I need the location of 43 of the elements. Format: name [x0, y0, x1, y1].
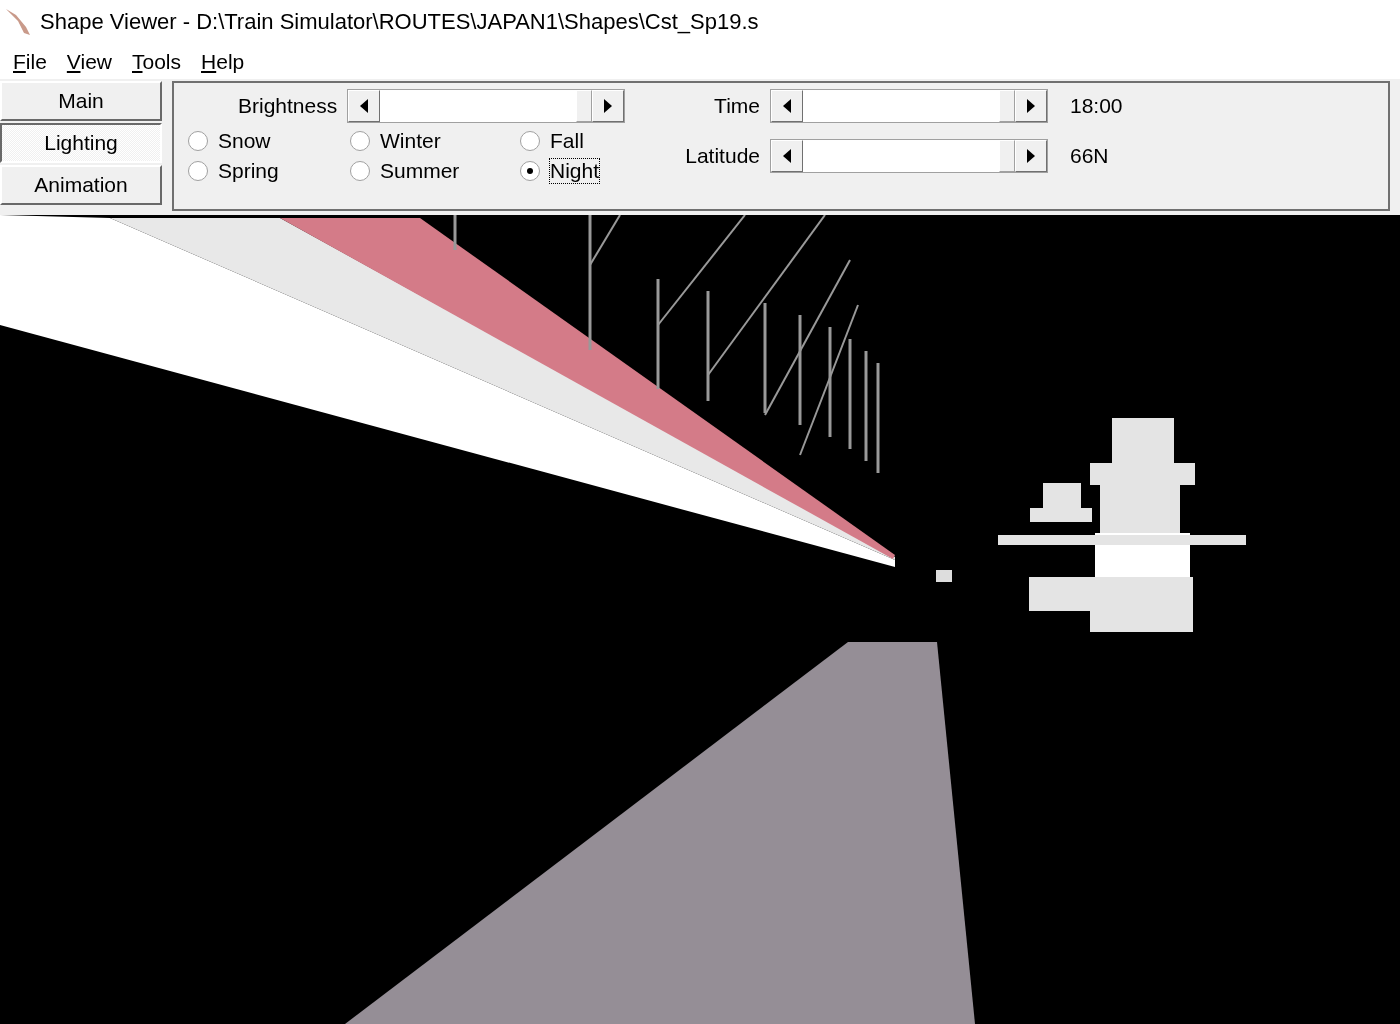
- left-arrow-icon: [360, 99, 369, 114]
- right-arrow-icon: [604, 99, 613, 114]
- tab-button[interactable]: Lighting: [0, 123, 162, 164]
- scroll-right-button[interactable]: [1015, 90, 1047, 123]
- slider-thumb[interactable]: [575, 90, 592, 123]
- radio-button[interactable]: [350, 131, 370, 152]
- scroll-slider[interactable]: [770, 139, 1048, 174]
- radio-button[interactable]: [520, 161, 540, 182]
- slider-reading: 66N: [1070, 144, 1109, 169]
- scroll-left-button[interactable]: [348, 90, 381, 123]
- tab-button[interactable]: Animation: [0, 165, 162, 206]
- menu-item[interactable]: Help: [194, 49, 252, 74]
- slider-thumb[interactable]: [998, 140, 1015, 173]
- menu-item[interactable]: File: [6, 49, 54, 74]
- radio-button[interactable]: [188, 131, 208, 152]
- scroll-right-button[interactable]: [1015, 140, 1047, 173]
- left-arrow-icon: [783, 149, 791, 164]
- radio-label[interactable]: Winter: [380, 129, 441, 154]
- radio-button[interactable]: [350, 161, 370, 182]
- radio-label[interactable]: Snow: [218, 129, 271, 154]
- radio-label[interactable]: Fall: [550, 129, 584, 154]
- radio-button[interactable]: [188, 161, 208, 182]
- radio-label[interactable]: Night: [550, 159, 600, 184]
- right-arrow-icon: [1027, 149, 1035, 164]
- window-title: Shape Viewer - D:\Train Simulator\ROUTES\JAPAN1\Shapes\Cst_Sp19.s: [40, 9, 759, 36]
- radio-label[interactable]: Summer: [380, 159, 460, 184]
- scroll-right-button[interactable]: [592, 90, 625, 123]
- scroll-slider[interactable]: [347, 89, 626, 124]
- scroll-slider[interactable]: [770, 89, 1048, 124]
- menu-item[interactable]: Tools: [125, 49, 189, 74]
- scroll-left-button[interactable]: [771, 140, 803, 173]
- radio-button[interactable]: [520, 131, 540, 152]
- brightness-label: Brightness: [238, 94, 338, 119]
- slider-label: Latitude: [684, 144, 760, 169]
- slider-thumb[interactable]: [998, 90, 1015, 123]
- right-arrow-icon: [1027, 99, 1035, 114]
- left-arrow-icon: [783, 99, 791, 114]
- menu-item[interactable]: View: [59, 49, 119, 74]
- tab-button[interactable]: Main: [0, 81, 162, 122]
- radio-label[interactable]: Spring: [218, 159, 279, 184]
- scroll-left-button[interactable]: [771, 90, 803, 123]
- slider-reading: 18:00: [1070, 94, 1123, 119]
- slider-label: Time: [713, 94, 760, 119]
